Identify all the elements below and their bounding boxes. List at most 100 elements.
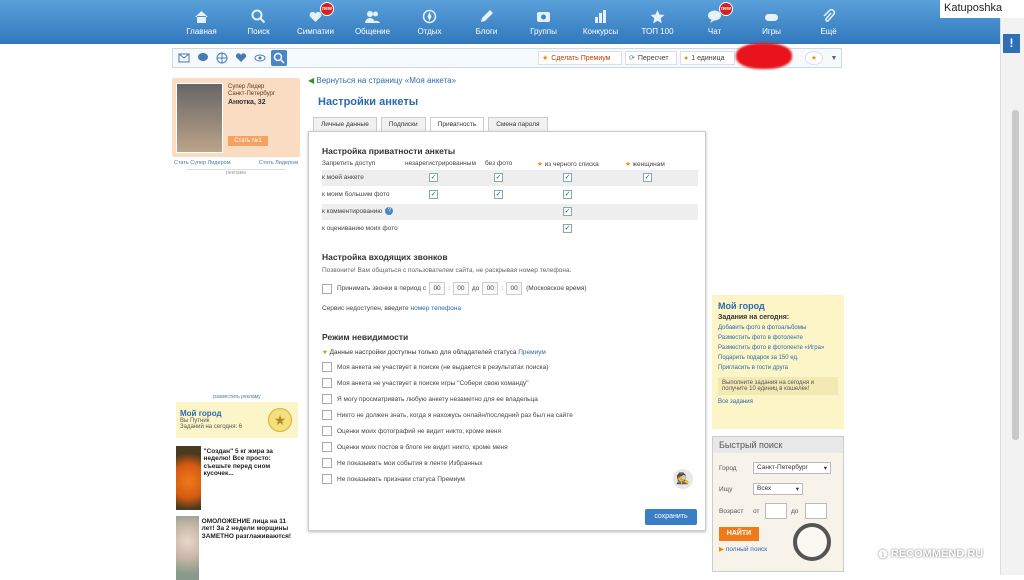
privacy-checkbox[interactable]: ✓	[563, 224, 572, 233]
leader-city: Санкт-Петербург	[228, 91, 276, 97]
leader-profile-card[interactable]: Супер Лидер Санкт-Петербург Анютка, 32 С…	[172, 78, 300, 157]
tasks-title: Задания на сегодня:	[718, 314, 790, 321]
premium-link[interactable]: Премиум	[518, 349, 546, 356]
age-to-input[interactable]	[805, 503, 827, 519]
invisibility-checkbox[interactable]	[322, 362, 332, 372]
become-super-leader-link[interactable]: Стать Супер Лидером	[174, 160, 230, 166]
tab-2[interactable]: Приватность	[429, 117, 485, 132]
face-mask-image[interactable]	[176, 516, 199, 580]
chat-icon[interactable]	[195, 50, 211, 66]
ad-card[interactable]: "Создан" 5 кг жира за неделю! Все просто…	[176, 446, 298, 510]
nav-item[interactable]: Симпатии new	[287, 0, 344, 44]
phone-link[interactable]: номер телефона	[410, 305, 461, 312]
nav-item[interactable]: Игры	[743, 0, 800, 44]
back-to-profile-link[interactable]: ◀ Вернуться на страницу «Моя анкета»	[308, 76, 456, 85]
recount-button[interactable]: ⟳ Пересчет	[625, 51, 677, 65]
become-first-button[interactable]: Стать №1	[228, 136, 268, 146]
hearts-icon[interactable]	[233, 50, 249, 66]
nav-item[interactable]: Поиск	[230, 0, 287, 44]
city-select[interactable]: Санкт-Петербург ▾	[753, 462, 831, 474]
groups-icon	[536, 9, 552, 24]
nav-item[interactable]: ТОП 100	[629, 0, 686, 44]
search-icon[interactable]	[271, 50, 287, 66]
privacy-checkbox[interactable]: ✓	[494, 190, 503, 199]
nav-item[interactable]: Конкурсы	[572, 0, 629, 44]
time-from-hours[interactable]: 00	[429, 282, 446, 295]
ad-card[interactable]: ОМОЛОЖЕНИЕ лица на 11 лет! За 2 недели м…	[176, 516, 298, 580]
tab-3[interactable]: Смена пароля	[488, 117, 548, 131]
invisibility-checkbox[interactable]	[322, 474, 332, 484]
full-search-link[interactable]: ▶ полный поиск	[719, 545, 767, 553]
invisibility-checkbox[interactable]	[322, 442, 332, 452]
scrollbar[interactable]	[1000, 18, 1024, 575]
chevron-down-icon[interactable]: ▼	[827, 51, 841, 65]
settings-tabs: Личные данные Подписки Приватность Смена па…	[313, 117, 552, 132]
privacy-checkbox[interactable]: ✓	[429, 173, 438, 182]
place-ad-link[interactable]: разместить рекламу	[176, 394, 298, 400]
invisibility-checkbox[interactable]	[322, 410, 332, 420]
nav-label: Чат	[707, 27, 722, 36]
people-icon	[365, 9, 381, 24]
task-link[interactable]: Пригласить в гости друга	[712, 361, 844, 371]
profile-photo[interactable]	[176, 83, 223, 153]
task-link[interactable]: Подарить подарок за 150 ед.	[712, 351, 844, 361]
scroll-thumb[interactable]	[1012, 110, 1019, 440]
city-title[interactable]: Мой город	[712, 295, 844, 311]
privacy-checkbox[interactable]: ✓	[563, 190, 572, 199]
leader-name[interactable]: Анютка, 32	[228, 99, 266, 106]
invisibility-checkbox[interactable]	[322, 378, 332, 388]
invisibility-checkbox[interactable]	[322, 426, 332, 436]
time-from-minutes[interactable]: 00	[452, 282, 469, 295]
seek-label: Ищу	[719, 486, 733, 493]
eye-icon[interactable]	[252, 50, 268, 66]
nav-label: ТОП 100	[641, 27, 674, 36]
forbid-label: Запретить доступ	[322, 160, 376, 167]
seek-select[interactable]: Всех ▾	[753, 483, 803, 495]
invisibility-checkbox[interactable]	[322, 458, 332, 468]
star-circle-icon[interactable]: ★	[805, 51, 823, 65]
age-from-input[interactable]	[765, 503, 787, 519]
leader-links: Стать Супер Лидером Стать Лидером	[172, 160, 300, 166]
tab-1[interactable]: Подписки	[380, 117, 426, 131]
nav-item[interactable]: Главная	[173, 0, 230, 44]
invisibility-option: Не показывать мои события в ленте Избран…	[322, 458, 482, 468]
pumpkin-image[interactable]	[176, 446, 201, 510]
call-period-checkbox[interactable]	[322, 283, 332, 294]
nav-item[interactable]: Ещё	[800, 0, 857, 44]
notification-badge[interactable]: !	[1003, 34, 1020, 53]
nav-item[interactable]: Общение	[344, 0, 401, 44]
task-link[interactable]: Разместить фото в фотоленте	[712, 331, 844, 341]
find-button[interactable]: НАЙТИ	[719, 527, 759, 541]
save-button[interactable]: сохранить	[645, 509, 697, 525]
pen-icon	[479, 9, 495, 24]
settings-panel: Настройка приватности анкеты Запретить д…	[308, 131, 706, 531]
privacy-checkbox[interactable]: ✓	[563, 173, 572, 182]
tab-0[interactable]: Личные данные	[313, 117, 377, 131]
privacy-checkbox[interactable]: ✓	[643, 173, 652, 182]
help-icon[interactable]: ?	[385, 207, 394, 216]
time-to-hours[interactable]: 00	[482, 282, 499, 295]
invisibility-checkbox[interactable]	[322, 394, 332, 404]
ad-text[interactable]: ОМОЛОЖЕНИЕ лица на 11 лет! За 2 недели м…	[199, 516, 298, 580]
become-leader-link[interactable]: Стать Лидером	[259, 160, 298, 166]
star-icon: ★	[537, 161, 545, 168]
nav-item[interactable]: Блоги	[458, 0, 515, 44]
all-tasks-link[interactable]: Все задания	[712, 395, 844, 405]
privacy-checkbox[interactable]: ✓	[494, 173, 503, 182]
nav-item[interactable]: Группы	[515, 0, 572, 44]
nav-item[interactable]: Чат new	[686, 0, 743, 44]
nav-item[interactable]: Отдых	[401, 0, 458, 44]
quick-search-widget: Быстрый поиск Город Санкт-Петербург ▾ Ищ…	[712, 436, 844, 572]
privacy-checkbox[interactable]: ✓	[429, 190, 438, 199]
task-link[interactable]: Разместить фото в фотоленте «Игра»	[712, 341, 844, 351]
time-to-minutes[interactable]: 00	[506, 282, 523, 295]
task-link[interactable]: Добавить фото в фотоальбомы	[712, 321, 844, 331]
globe-icon[interactable]	[214, 50, 230, 66]
watermark-label: Katuposhka	[940, 0, 1024, 18]
mail-icon[interactable]	[176, 50, 192, 66]
my-city-widget[interactable]: Мой город Вы Путник Заданий на сегодня: …	[176, 402, 298, 438]
ad-text[interactable]: "Создан" 5 кг жира за неделю! Все просто…	[201, 446, 298, 510]
make-premium-button[interactable]: ★ Сделать Премиум	[538, 51, 622, 65]
privacy-checkbox[interactable]: ✓	[563, 207, 572, 216]
units-balance[interactable]: ● 1 единица	[680, 51, 735, 65]
